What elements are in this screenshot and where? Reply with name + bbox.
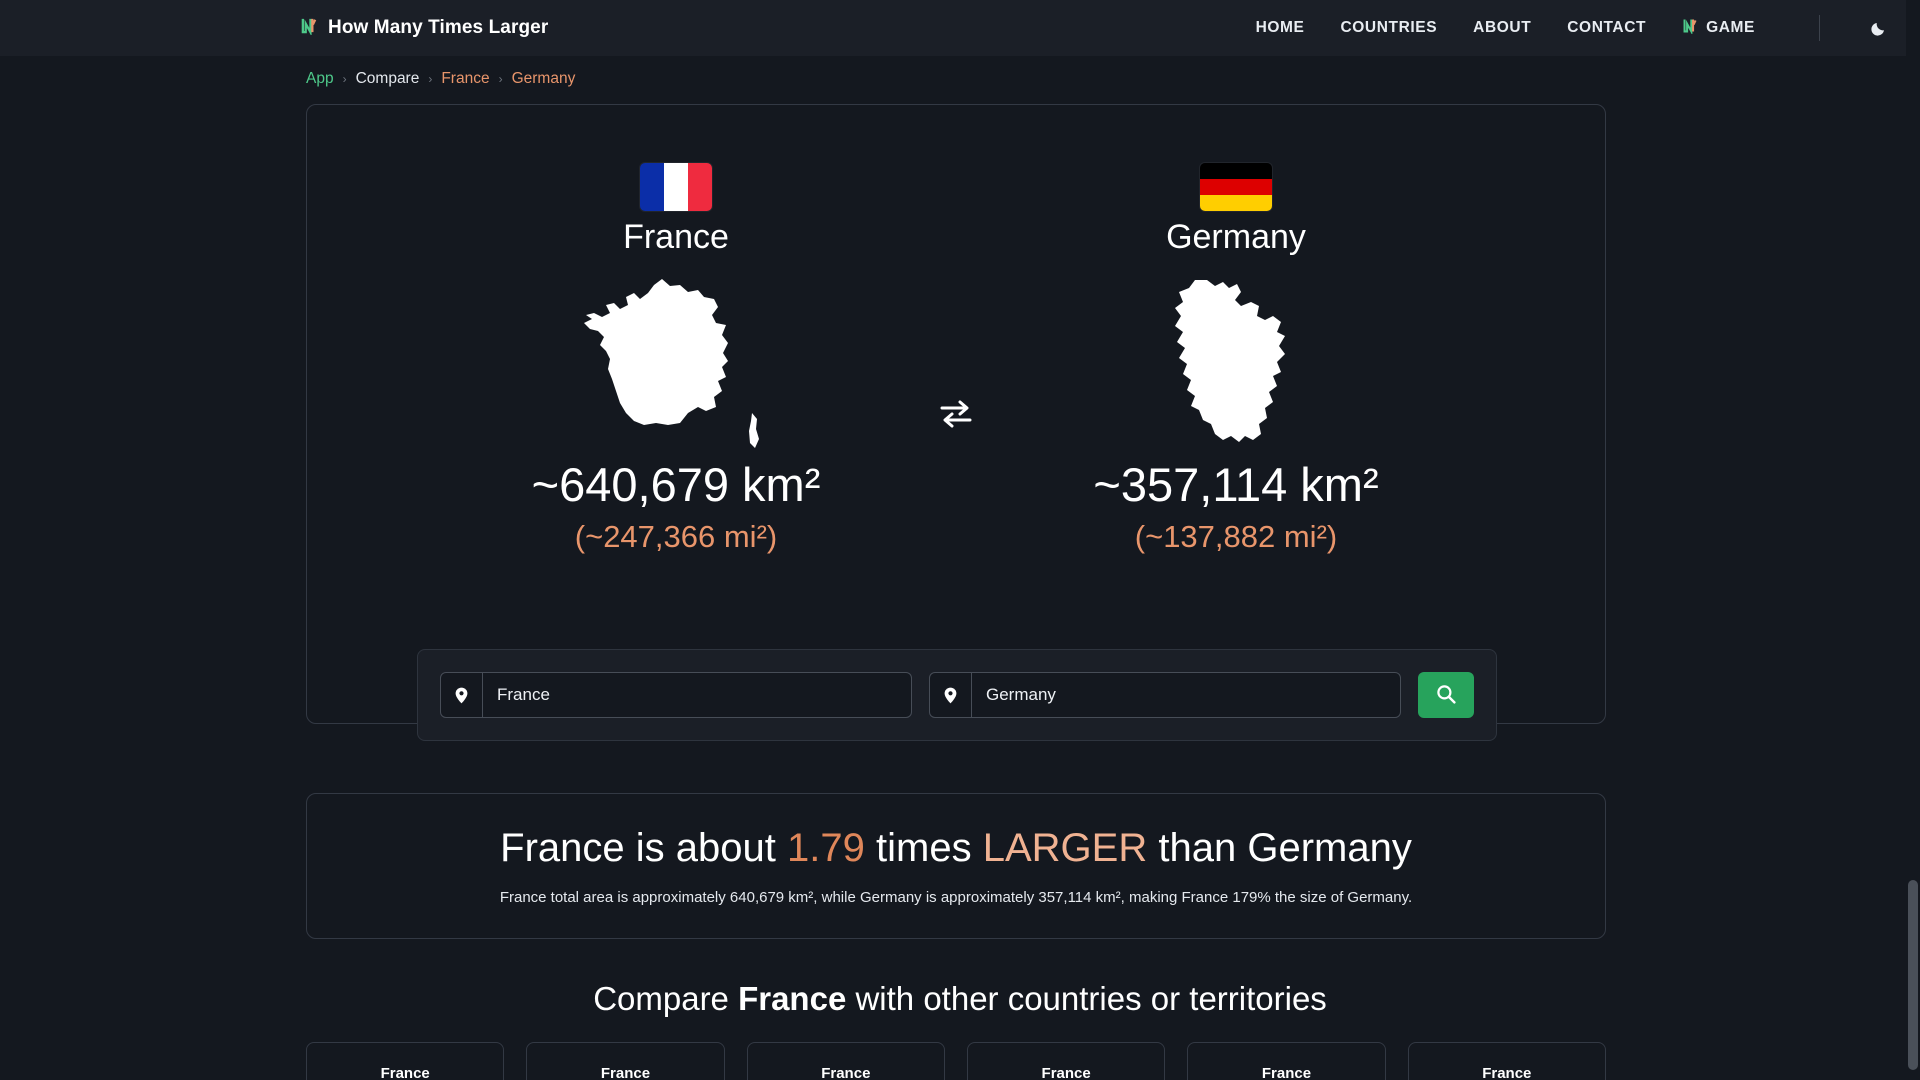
area-km-right: ~357,114 km² bbox=[1093, 458, 1379, 512]
second-country-input-group bbox=[929, 672, 1401, 718]
related-card-label: France bbox=[600, 1065, 651, 1080]
breadcrumb-separator: › bbox=[498, 72, 503, 86]
area-km-left: ~640,679 km² bbox=[531, 458, 821, 512]
first-country-input[interactable] bbox=[483, 673, 911, 717]
related-card[interactable]: France bbox=[1407, 1042, 1606, 1080]
area-mi-left: (~247,366 mi²) bbox=[574, 518, 778, 554]
map-outline-germany bbox=[1161, 269, 1311, 459]
breadcrumb-separator: › bbox=[342, 72, 347, 86]
scrollbar-thumb[interactable] bbox=[1908, 880, 1918, 1070]
result-headline: France is about 1.79 times LARGER than G… bbox=[500, 826, 1412, 871]
country-name-left: France bbox=[623, 218, 729, 256]
brand-logo[interactable]: How Many Times Larger bbox=[300, 16, 548, 41]
related-card-label: France bbox=[821, 1065, 871, 1080]
related-card[interactable]: France bbox=[306, 1042, 505, 1080]
related-title-prefix: Compare bbox=[593, 980, 739, 1017]
country-panel-right: Germany ~357,114 km² (~137,882 mi²) bbox=[976, 163, 1496, 555]
related-cards-row: France France France France France Franc… bbox=[306, 1042, 1606, 1080]
nav-link-game-label: GAME bbox=[1706, 19, 1755, 36]
result-is-about: is about bbox=[635, 826, 776, 870]
breadcrumb-item-france[interactable]: France bbox=[441, 70, 489, 88]
result-times: times bbox=[876, 826, 972, 870]
countries-row: France ~640,679 km² (~247,366 mi²) Germa… bbox=[307, 105, 1605, 555]
breadcrumb-item-germany[interactable]: Germany bbox=[512, 70, 576, 88]
nav-link-countries[interactable]: COUNTRIES bbox=[1340, 19, 1437, 37]
logo-n-icon-game bbox=[1682, 17, 1699, 39]
navbar: How Many Times Larger HOME COUNTRIES ABO… bbox=[0, 0, 1920, 56]
brand-title: How Many Times Larger bbox=[328, 17, 549, 38]
map-pin-icon bbox=[441, 673, 483, 717]
swap-column bbox=[936, 399, 976, 434]
related-card[interactable]: France bbox=[966, 1042, 1166, 1080]
result-object: Germany bbox=[1247, 826, 1412, 870]
related-card[interactable]: France bbox=[746, 1042, 945, 1080]
result-than: than bbox=[1158, 826, 1237, 870]
result-description: France total area is approximately 640,6… bbox=[499, 889, 1413, 906]
breadcrumb-separator: › bbox=[428, 72, 433, 86]
related-card-label: France bbox=[1261, 1065, 1312, 1080]
scrollbar-track[interactable] bbox=[1906, 0, 1920, 1080]
second-country-input[interactable] bbox=[972, 673, 1400, 717]
nav-divider bbox=[1819, 15, 1820, 41]
breadcrumb-item-compare[interactable]: Compare bbox=[356, 70, 420, 88]
result-ratio: 1.79 bbox=[787, 826, 865, 870]
related-card-label: France bbox=[1482, 1065, 1532, 1080]
result-subject: France bbox=[500, 826, 625, 870]
related-title-suffix: with other countries or territories bbox=[846, 980, 1327, 1017]
map-outline-france bbox=[576, 269, 776, 459]
map-pin-icon bbox=[930, 673, 972, 717]
related-section-title: Compare France with other countries or t… bbox=[0, 980, 1920, 1018]
compare-card: France ~640,679 km² (~247,366 mi²) Germa… bbox=[306, 104, 1606, 741]
swap-arrows-icon[interactable] bbox=[939, 399, 973, 434]
nav-link-about[interactable]: ABOUT bbox=[1473, 19, 1531, 37]
related-card-label: France bbox=[1041, 1065, 1091, 1080]
logo-n-icon bbox=[300, 16, 319, 41]
nav-link-home[interactable]: HOME bbox=[1256, 19, 1305, 37]
nav-links: HOME COUNTRIES ABOUT CONTACT GAME bbox=[1256, 15, 1896, 41]
flag-france bbox=[640, 163, 712, 211]
related-card[interactable]: France bbox=[526, 1042, 725, 1080]
country-panel-left: France ~640,679 km² (~247,366 mi²) bbox=[416, 163, 936, 555]
nav-link-contact[interactable]: CONTACT bbox=[1567, 19, 1646, 37]
search-bar bbox=[417, 649, 1497, 741]
search-button[interactable] bbox=[1418, 672, 1474, 718]
area-mi-right: (~137,882 mi²) bbox=[1134, 518, 1338, 554]
search-icon bbox=[1436, 684, 1456, 707]
flag-germany bbox=[1200, 163, 1272, 211]
related-card-label: France bbox=[380, 1065, 430, 1080]
breadcrumb-item-app[interactable]: App bbox=[306, 70, 334, 88]
country-name-right: Germany bbox=[1166, 218, 1306, 256]
breadcrumb: App › Compare › France › Germany bbox=[0, 56, 1920, 98]
moon-icon[interactable] bbox=[1862, 15, 1896, 41]
result-card: France is about 1.79 times LARGER than G… bbox=[306, 793, 1606, 939]
related-title-country: France bbox=[738, 980, 847, 1017]
related-card[interactable]: France bbox=[1187, 1042, 1386, 1080]
nav-link-game[interactable]: GAME bbox=[1682, 17, 1755, 39]
result-comparison: LARGER bbox=[982, 826, 1148, 870]
first-country-input-group bbox=[440, 672, 912, 718]
